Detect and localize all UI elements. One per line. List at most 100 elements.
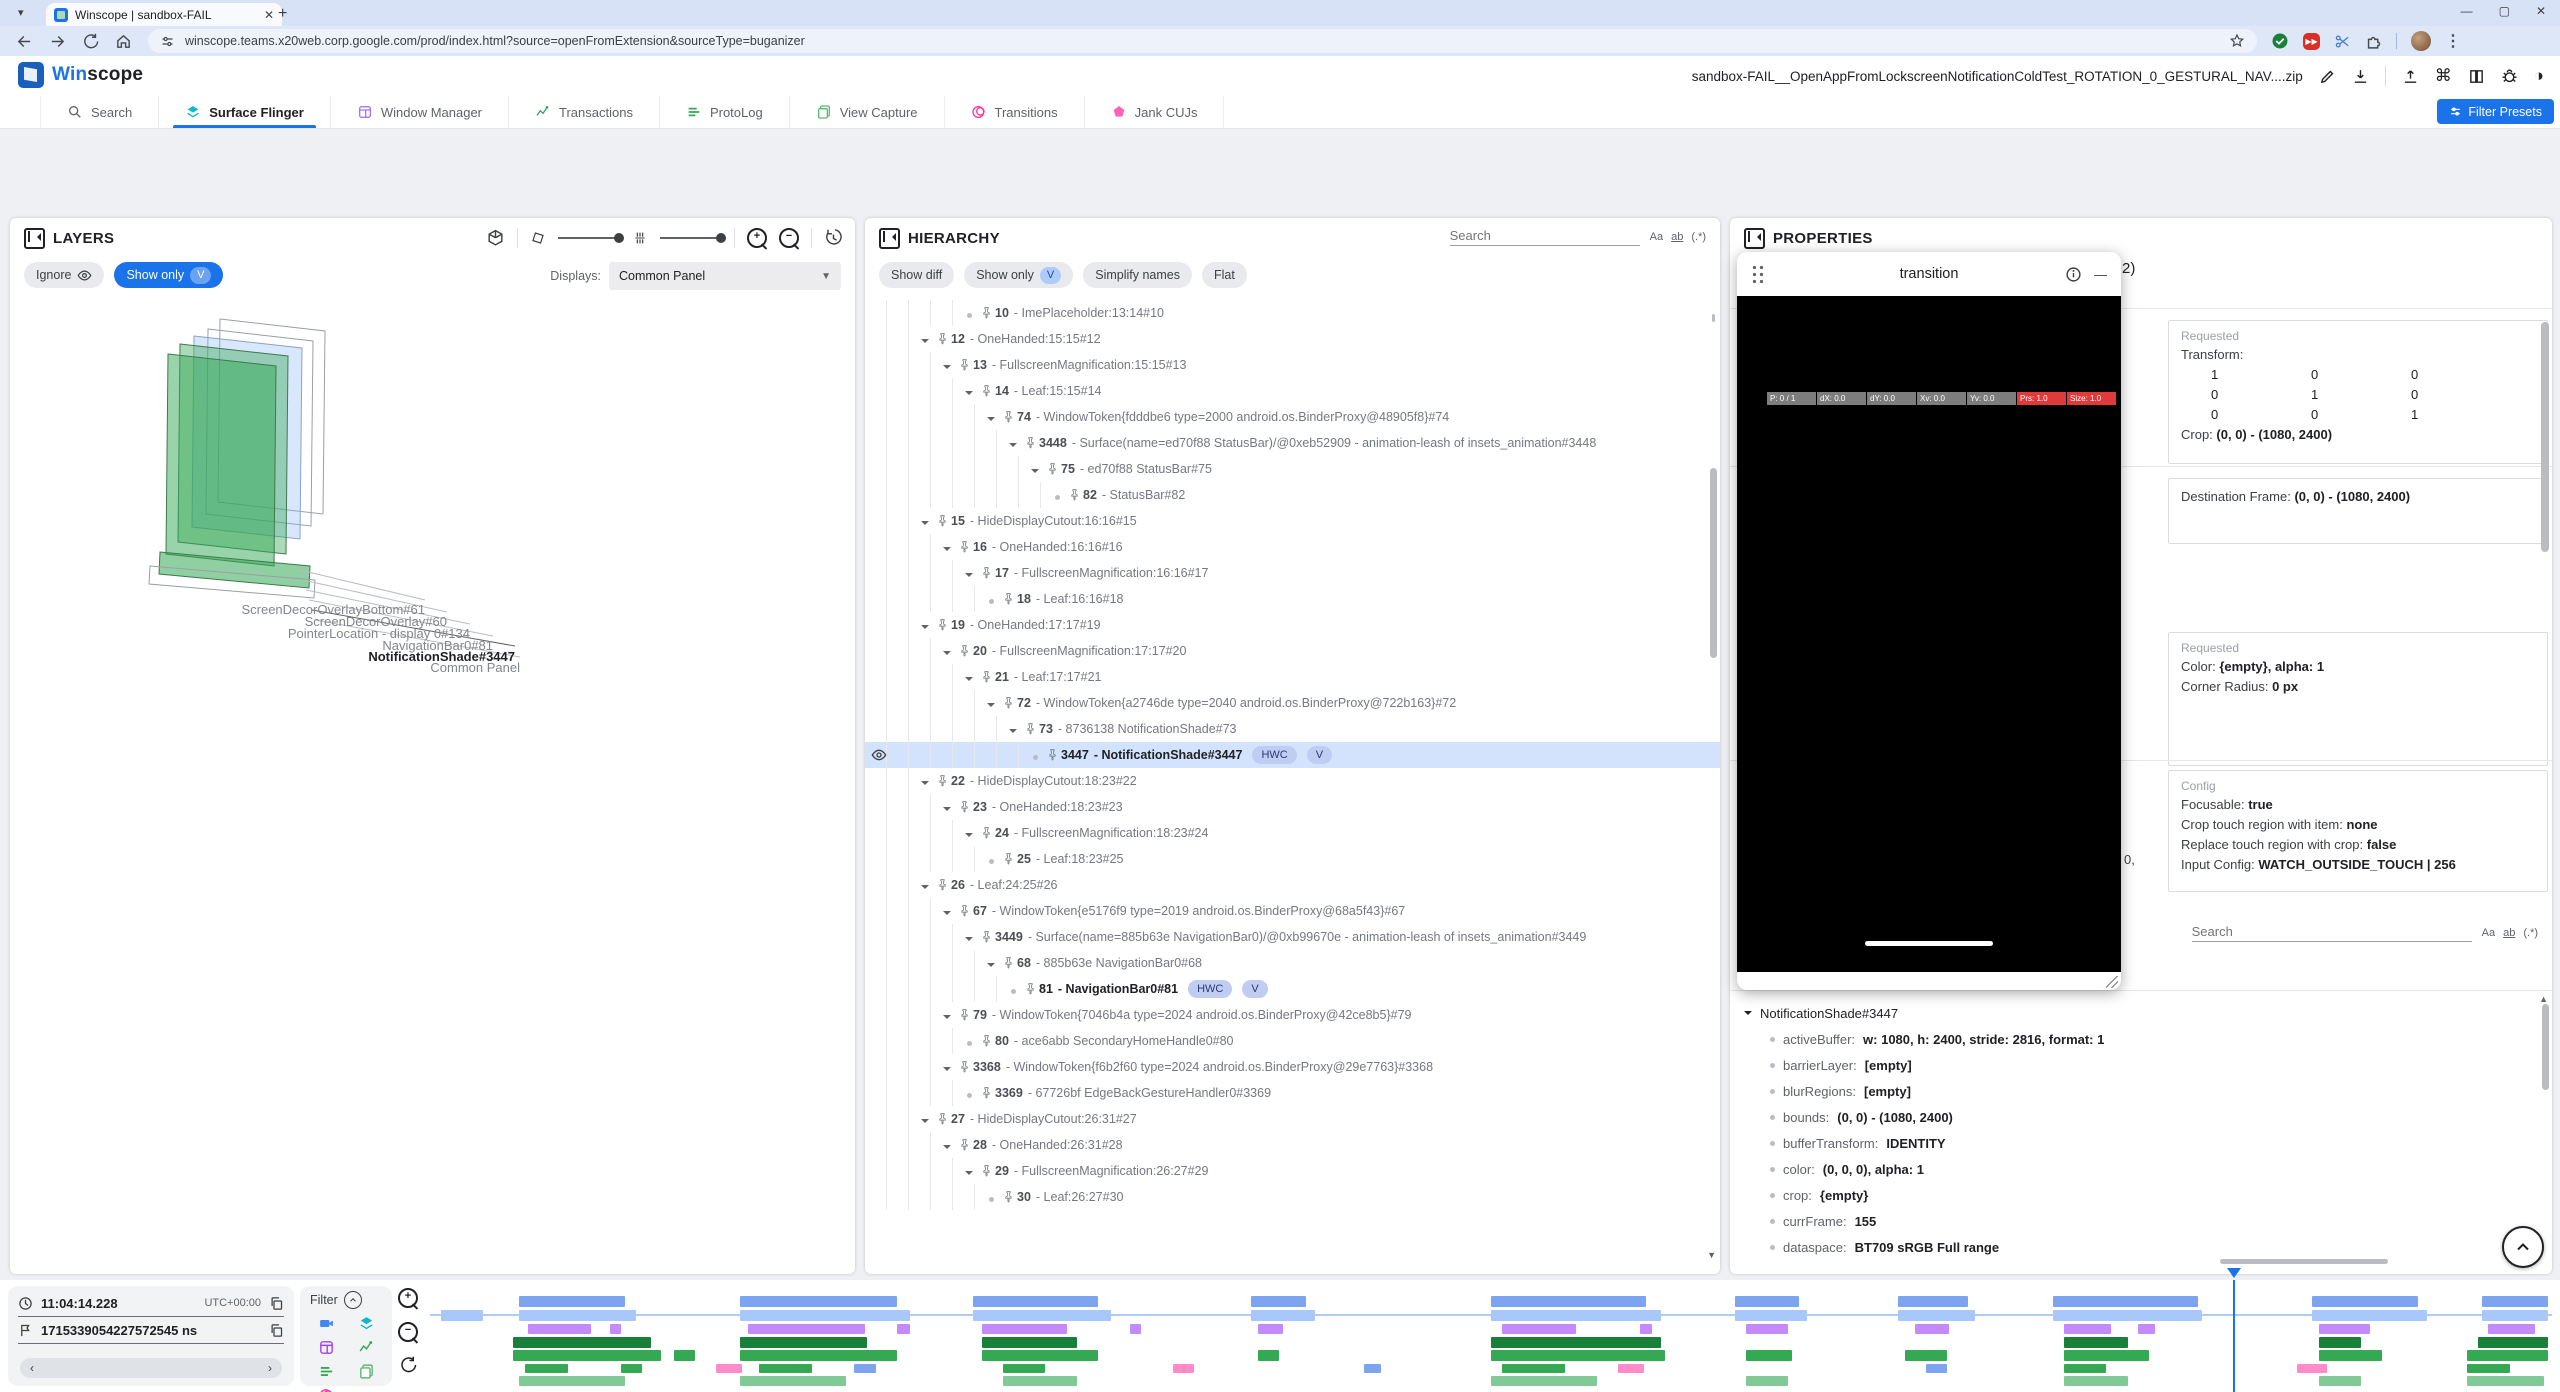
filter-collapse-icon[interactable] xyxy=(344,1291,362,1309)
proto-hscrollbar[interactable] xyxy=(2220,1259,2388,1264)
zigzag-trace-icon[interactable] xyxy=(358,1339,375,1356)
pin-icon[interactable] xyxy=(933,872,951,891)
pin-icon[interactable] xyxy=(955,1132,973,1151)
trace-segment[interactable] xyxy=(740,1350,897,1361)
hierarchy-row[interactable]: 30- Leaf:26:27#30 xyxy=(865,1184,1720,1210)
leaf-bullet[interactable] xyxy=(1005,986,1021,994)
hierarchy-row[interactable]: 75- ed70f88 StatusBar#75 xyxy=(865,456,1720,482)
trace-tab-protolog[interactable]: ProtoLog xyxy=(660,96,790,128)
hierarchy-search-input[interactable] xyxy=(1450,226,1640,246)
proto-scroll-up[interactable]: ▲ xyxy=(2539,994,2548,1004)
pin-icon[interactable] xyxy=(955,1054,973,1073)
trace-segment[interactable] xyxy=(2312,1296,2418,1307)
proto-scrollbar[interactable] xyxy=(2542,1004,2549,1090)
timeline-zoom-out-icon[interactable]: − xyxy=(398,1322,418,1342)
trace-segment[interactable] xyxy=(2064,1337,2128,1348)
hierarchy-row[interactable]: 20- FullscreenMagnification:17:17#20 xyxy=(865,638,1720,664)
extension-scissors-icon[interactable] xyxy=(2334,33,2351,50)
timeline-cursor-line[interactable] xyxy=(2233,1280,2235,1392)
trace-segment[interactable] xyxy=(2053,1310,2202,1321)
show-diff-button[interactable]: Show diff xyxy=(879,262,954,288)
trace-segment[interactable] xyxy=(740,1310,910,1321)
overlay-resize-handle[interactable] xyxy=(2106,976,2118,988)
hierarchy-row[interactable]: 3368- WindowToken{f6b2f60 type=2024 andr… xyxy=(865,1054,1720,1080)
hierarchy-row[interactable]: 27- HideDisplayCutout:26:31#27 xyxy=(865,1106,1720,1132)
hierarchy-row[interactable]: 13- FullscreenMagnification:15:15#13 xyxy=(865,352,1720,378)
simplify-names-button[interactable]: Simplify names xyxy=(1083,262,1192,288)
hierarchy-row[interactable]: 23- OneHanded:18:23#23 xyxy=(865,794,1720,820)
overlay-info-icon[interactable] xyxy=(2065,266,2082,283)
trace-segment[interactable] xyxy=(441,1310,483,1321)
lines-trace-icon[interactable] xyxy=(318,1363,335,1380)
scene-label[interactable]: Common Panel xyxy=(430,660,520,675)
trace-segment[interactable] xyxy=(2064,1364,2106,1373)
trace-segment[interactable] xyxy=(1926,1364,1947,1373)
expand-triangle-icon[interactable] xyxy=(983,700,999,711)
leaf-bullet[interactable] xyxy=(983,856,999,864)
trace-segment[interactable] xyxy=(1746,1376,1788,1386)
edit-trace-icon[interactable] xyxy=(2319,68,2336,85)
trace-tab-transitions[interactable]: Transitions xyxy=(945,96,1085,128)
layer-rect[interactable] xyxy=(166,354,276,566)
hierarchy-row[interactable]: 15- HideDisplayCutout:16:16#15 xyxy=(865,508,1720,534)
hierarchy-row[interactable]: 80- ace6abb SecondaryHomeHandle0#80 xyxy=(865,1028,1720,1054)
hierarchy-row[interactable]: 25- Leaf:18:23#25 xyxy=(865,846,1720,872)
window-minimize-button[interactable]: — xyxy=(2461,4,2473,18)
spacing-slider[interactable] xyxy=(660,237,722,239)
collapse-properties-icon[interactable] xyxy=(1744,228,1765,249)
trace-segment[interactable] xyxy=(740,1337,867,1348)
pin-icon[interactable] xyxy=(977,560,995,579)
expand-triangle-icon[interactable] xyxy=(917,622,933,633)
pin-icon[interactable] xyxy=(977,378,995,397)
trace-segment[interactable] xyxy=(1491,1296,1646,1307)
layers-3d-scene[interactable]: ScreenDecorOverlayBottom#61ScreenDecorOv… xyxy=(10,304,855,864)
trace-segment[interactable] xyxy=(1258,1350,1279,1361)
hierarchy-row[interactable]: 81- NavigationBar0#81HWCV xyxy=(865,976,1720,1002)
visibility-eye-icon[interactable] xyxy=(871,747,887,763)
hierarchy-row[interactable]: 3369- 67726bf EdgeBackGestureHandler0#33… xyxy=(865,1080,1720,1106)
proto-root-row[interactable]: NotificationShade#3447 xyxy=(1744,1000,2532,1026)
trace-tab-window-manager[interactable]: Window Manager xyxy=(331,96,509,128)
copy-ns-icon[interactable] xyxy=(269,1323,284,1338)
expand-triangle-icon[interactable] xyxy=(939,908,955,919)
pin-icon[interactable] xyxy=(999,404,1017,423)
trace-tab-surface-flinger[interactable]: Surface Flinger xyxy=(159,96,331,128)
pin-icon[interactable] xyxy=(955,352,973,371)
browser-tab[interactable]: Winscope | sandbox-FAIL ✕ xyxy=(46,3,282,26)
trace-segment[interactable] xyxy=(982,1324,1067,1334)
expand-timeline-button[interactable] xyxy=(2502,1226,2544,1268)
trace-tab-search[interactable]: Search xyxy=(40,96,159,128)
hierarchy-row[interactable]: 72- WindowToken{a2746de type=2040 androi… xyxy=(865,690,1720,716)
pin-icon[interactable] xyxy=(977,1080,995,1099)
hierarchy-show-only-button[interactable]: Show only V xyxy=(964,262,1073,288)
pin-icon[interactable] xyxy=(999,690,1017,709)
trace-segment[interactable] xyxy=(2064,1376,2128,1386)
trace-segment[interactable] xyxy=(1746,1324,1788,1334)
pin-icon[interactable] xyxy=(977,820,995,839)
trace-segment[interactable] xyxy=(610,1324,621,1334)
expand-triangle-icon[interactable] xyxy=(961,674,977,685)
timeline-reset-zoom-icon[interactable] xyxy=(399,1356,417,1374)
hierarchy-row[interactable]: 74- WindowToken{fdddbe6 type=2000 androi… xyxy=(865,404,1720,430)
trace-segment[interactable] xyxy=(2319,1350,2383,1361)
scroll-right-icon[interactable]: › xyxy=(268,1361,272,1375)
trace-segment[interactable] xyxy=(1502,1324,1576,1334)
expand-triangle-icon[interactable] xyxy=(939,1064,955,1075)
hierarchy-row[interactable]: 3447- NotificationShade#3447HWCV xyxy=(865,742,1720,768)
expand-triangle-icon[interactable] xyxy=(983,960,999,971)
trace-segment[interactable] xyxy=(519,1296,625,1307)
trace-segment[interactable] xyxy=(2319,1324,2370,1334)
videocam-trace-icon[interactable] xyxy=(318,1315,335,1332)
viewcap-trace-icon[interactable] xyxy=(358,1363,375,1380)
trace-segment[interactable] xyxy=(1735,1296,1799,1307)
trace-segment[interactable] xyxy=(1491,1376,1597,1386)
trace-tab-jank-cujs[interactable]: Jank CUJs xyxy=(1085,96,1225,128)
hierarchy-row[interactable]: 29- FullscreenMagnification:26:27#29 xyxy=(865,1158,1720,1184)
pin-icon[interactable] xyxy=(999,950,1017,969)
hierarchy-row[interactable]: 18- Leaf:16:16#18 xyxy=(865,586,1720,612)
leaf-bullet[interactable] xyxy=(983,1194,999,1202)
hierarchy-row[interactable]: 22- HideDisplayCutout:18:23#22 xyxy=(865,768,1720,794)
proto-property-row[interactable]: crop:{empty} xyxy=(1744,1182,2532,1208)
trace-segment[interactable] xyxy=(1251,1296,1306,1307)
documentation-icon[interactable] xyxy=(2468,68,2485,85)
